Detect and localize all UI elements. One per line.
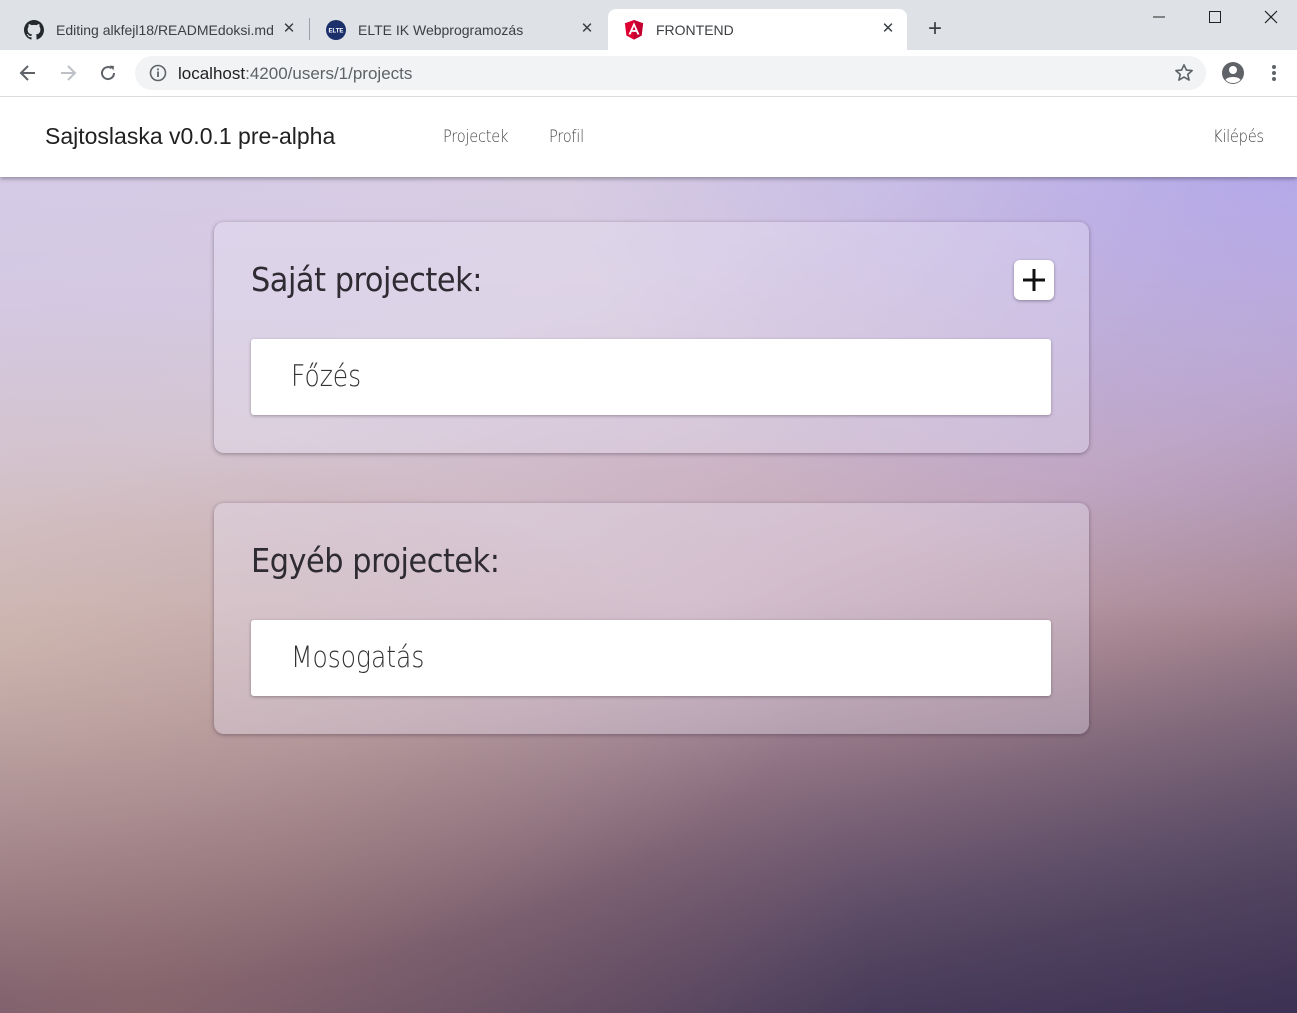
add-project-button[interactable]	[1014, 260, 1054, 300]
nav-link-profile[interactable]: Profil	[549, 127, 584, 147]
nav-link-projects[interactable]: Projectek	[443, 127, 508, 147]
browser-tab-active[interactable]: FRONTEND ✕	[608, 9, 907, 50]
project-name: Főzés	[291, 359, 362, 393]
minimize-icon[interactable]	[1131, 0, 1187, 34]
own-projects-card: Saját projectek: Főzés	[214, 222, 1089, 453]
bookmark-star-icon[interactable]	[1174, 63, 1194, 83]
url-text: localhost:4200/users/1/projects	[178, 64, 412, 84]
project-item[interactable]: Főzés	[251, 339, 1051, 415]
app-brand[interactable]: Sajtoslaska v0.0.1 pre-alpha	[45, 123, 335, 150]
forward-icon[interactable]	[54, 59, 82, 87]
other-projects-card: Egyéb projectek: Mosogatás	[214, 503, 1089, 734]
own-projects-heading: Saját projectek:	[251, 260, 482, 299]
close-icon[interactable]: ✕	[578, 20, 596, 38]
reload-icon[interactable]	[94, 59, 122, 87]
address-bar[interactable]: localhost:4200/users/1/projects	[135, 56, 1206, 90]
elte-icon: ELTE	[326, 19, 346, 40]
project-name: Mosogatás	[291, 640, 425, 674]
browser-tab-strip: Editing alkfejl18/READMEdoksi.md ✕ ELTE …	[0, 0, 1297, 50]
svg-text:ELTE: ELTE	[329, 28, 344, 34]
close-icon[interactable]: ✕	[280, 20, 298, 38]
back-icon[interactable]	[14, 59, 42, 87]
tab-title: ELTE IK Webprogramozás	[358, 21, 524, 38]
tab-title: FRONTEND	[656, 21, 734, 38]
app-navbar: Sajtoslaska v0.0.1 pre-alpha Projectek P…	[0, 97, 1297, 177]
close-icon[interactable]: ✕	[879, 20, 897, 38]
logout-link[interactable]: Kilépés	[1213, 127, 1264, 147]
angular-icon	[624, 19, 644, 40]
menu-kebab-icon[interactable]	[1260, 59, 1288, 87]
browser-tab[interactable]: Editing alkfejl18/READMEdoksi.md ✕	[8, 9, 308, 50]
browser-toolbar: localhost:4200/users/1/projects	[0, 50, 1297, 97]
profile-icon[interactable]	[1219, 59, 1247, 87]
other-projects-heading: Egyéb projectek:	[251, 541, 500, 580]
project-item[interactable]: Mosogatás	[251, 620, 1051, 696]
new-tab-icon[interactable]: +	[922, 16, 948, 42]
window-close-icon[interactable]	[1243, 0, 1297, 34]
browser-tab[interactable]: ELTE ELTE IK Webprogramozás ✕	[310, 9, 606, 50]
tab-title: Editing alkfejl18/READMEdoksi.md	[56, 21, 274, 38]
github-icon	[24, 19, 44, 40]
url-host: localhost	[178, 64, 246, 83]
url-path: :4200/users/1/projects	[245, 64, 413, 83]
maximize-icon[interactable]	[1187, 0, 1243, 34]
page-background: Sajtoslaska v0.0.1 pre-alpha Projectek P…	[0, 97, 1297, 1013]
info-icon[interactable]	[149, 64, 167, 82]
plus-icon	[1023, 269, 1045, 291]
